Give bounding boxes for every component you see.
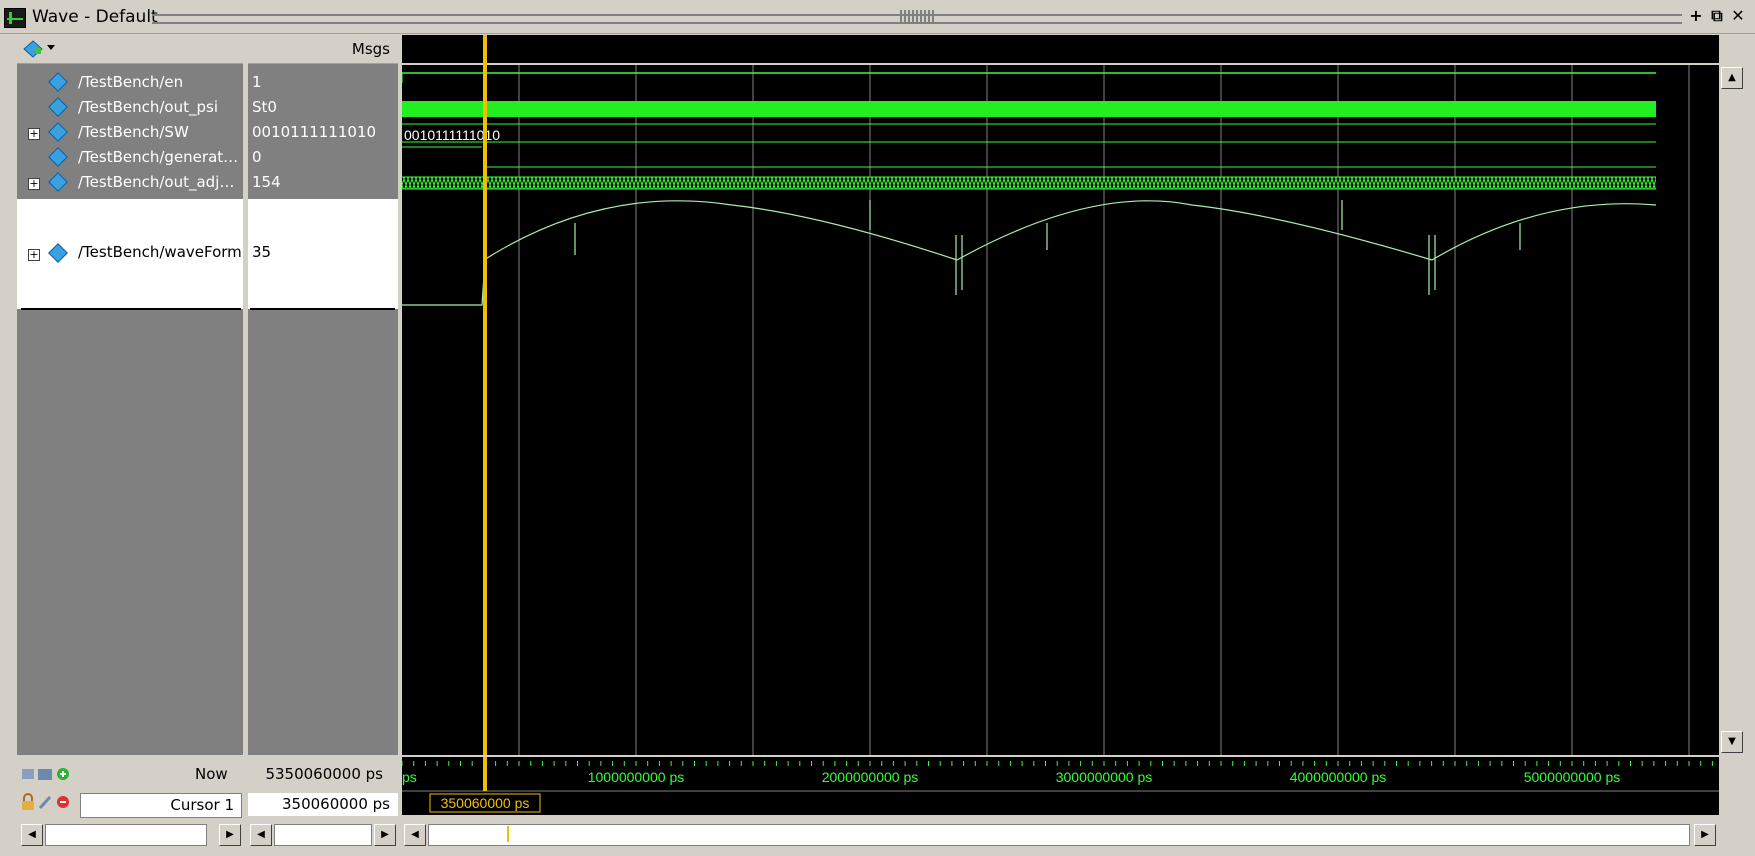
signal-value: 35: [252, 243, 272, 261]
signal-row-generat[interactable]: /TestBench/generat…: [17, 145, 243, 170]
wave-generat: [402, 146, 1656, 168]
signal-value: 1: [252, 73, 262, 91]
scroll-right-arrow[interactable]: ▶: [374, 824, 396, 846]
signal-value: St0: [252, 98, 277, 116]
waveform-canvas[interactable]: 0010111111010: [402, 65, 1719, 755]
vertical-scrollbar[interactable]: ▲ ▼: [1720, 65, 1744, 755]
add-cursor-icon[interactable]: [57, 768, 69, 780]
signal-row-out-psi[interactable]: /TestBench/out_psi: [17, 95, 243, 120]
now-label: Now: [195, 765, 228, 783]
signal-diamond-icon: [48, 122, 68, 142]
time-grid: [518, 65, 1690, 755]
signal-diamond-icon: [48, 97, 68, 117]
scroll-track[interactable]: [428, 824, 1690, 846]
expand-plus-icon[interactable]: +: [28, 128, 40, 140]
msgs-header-label: Msgs: [351, 40, 390, 58]
insert-cursor-icon[interactable]: [22, 769, 34, 779]
time-label: 4000000000 ps: [1290, 769, 1387, 785]
edit-cursor-icon[interactable]: [38, 769, 52, 780]
signal-name[interactable]: /TestBench/out_adj…: [78, 173, 234, 191]
signal-value: 0010111111010: [252, 123, 377, 141]
cursor-name-field[interactable]: Cursor 1: [80, 793, 242, 818]
signal-diamond-icon: [48, 172, 68, 192]
wave-header: [402, 35, 1719, 65]
time-label: 2000000000 ps: [822, 769, 919, 785]
signal-value: 154: [252, 173, 281, 191]
cursor-line-header[interactable]: [483, 35, 487, 65]
signal-diamond-icon: [48, 72, 68, 92]
wave-sw-bus: [402, 123, 1656, 154]
grip-handle[interactable]: [900, 10, 934, 22]
signal-name[interactable]: /TestBench/waveForm: [78, 243, 242, 261]
time-label: 1000000000 ps: [588, 769, 685, 785]
scroll-track[interactable]: [45, 824, 207, 846]
time-label: 5000000000 ps: [1524, 769, 1621, 785]
signal-row-sw[interactable]: + /TestBench/SW: [17, 120, 243, 145]
wave-hscrollbar[interactable]: ◀ ▶: [402, 821, 1719, 848]
signal-name[interactable]: /TestBench/generat…: [78, 148, 238, 166]
title-bar: Wave - Default + ⧉ ✕: [0, 0, 1755, 34]
msgs-header: Msgs: [248, 35, 398, 64]
remove-cursor-icon[interactable]: [57, 796, 69, 808]
now-value: 5350060000 ps: [265, 765, 383, 783]
undock-button[interactable]: ⧉: [1708, 7, 1726, 25]
expand-plus-icon[interactable]: +: [28, 178, 40, 190]
signal-value: 0: [252, 148, 262, 166]
names-header: [17, 35, 243, 64]
window-title: Wave - Default: [32, 7, 158, 27]
cursor-marker: [507, 826, 509, 842]
cursor-time-label: 350060000 ps: [441, 795, 530, 811]
signal-name[interactable]: /TestBench/en: [78, 73, 183, 91]
time-label: ps: [402, 769, 417, 785]
scroll-right-arrow[interactable]: ▶: [1694, 824, 1716, 846]
scroll-track[interactable]: [274, 824, 372, 846]
cursor-value: 350060000 ps: [282, 795, 390, 813]
chevron-down-icon[interactable]: [47, 45, 55, 51]
signal-row-out-adj[interactable]: + /TestBench/out_adj…: [17, 170, 243, 195]
values-hscrollbar[interactable]: ◀ ▶: [248, 821, 398, 848]
cursor-mode-icon[interactable]: [23, 40, 43, 58]
signal-row-en[interactable]: /TestBench/en: [17, 70, 243, 95]
row-divider: [21, 308, 241, 310]
signal-diamond-icon: [48, 147, 68, 167]
lock-icon[interactable]: [22, 793, 34, 810]
wrench-icon[interactable]: [38, 795, 52, 810]
ruler-ticks: [402, 761, 1713, 766]
signal-row-waveform[interactable]: + /TestBench/waveForm: [17, 240, 243, 265]
signal-name[interactable]: /TestBench/out_psi: [78, 98, 218, 116]
close-button[interactable]: ✕: [1729, 7, 1747, 25]
row-divider: [250, 308, 395, 310]
signal-name[interactable]: /TestBench/SW: [78, 123, 189, 141]
wave-waveform-analog: [402, 200, 1657, 306]
scroll-down-arrow[interactable]: ▼: [1721, 731, 1743, 753]
names-hscrollbar[interactable]: ◀ ▶: [17, 821, 243, 848]
wave-en: [402, 72, 1656, 83]
scroll-left-arrow[interactable]: ◀: [21, 824, 43, 846]
scroll-right-arrow[interactable]: ▶: [219, 824, 241, 846]
time-ruler[interactable]: ps 1000000000 ps 2000000000 ps 300000000…: [402, 757, 1719, 815]
cursor-value-field[interactable]: 350060000 ps: [248, 793, 398, 816]
scroll-left-arrow[interactable]: ◀: [250, 824, 272, 846]
wave-window-icon: [4, 8, 26, 28]
scroll-up-arrow[interactable]: ▲: [1721, 67, 1743, 89]
dock-button[interactable]: +: [1687, 7, 1705, 25]
time-label: 3000000000 ps: [1056, 769, 1153, 785]
signal-values-pane[interactable]: [248, 35, 398, 755]
wave-out-adj-bus: [402, 176, 1656, 190]
expand-plus-icon[interactable]: +: [28, 249, 40, 261]
scroll-left-arrow[interactable]: ◀: [404, 824, 426, 846]
cursor-name: Cursor 1: [170, 796, 234, 814]
cursor-toolbar-2: [20, 793, 80, 811]
wave-out-psi: [402, 101, 1656, 117]
cursor-toolbar: [20, 765, 80, 783]
signal-diamond-icon: [48, 243, 68, 263]
